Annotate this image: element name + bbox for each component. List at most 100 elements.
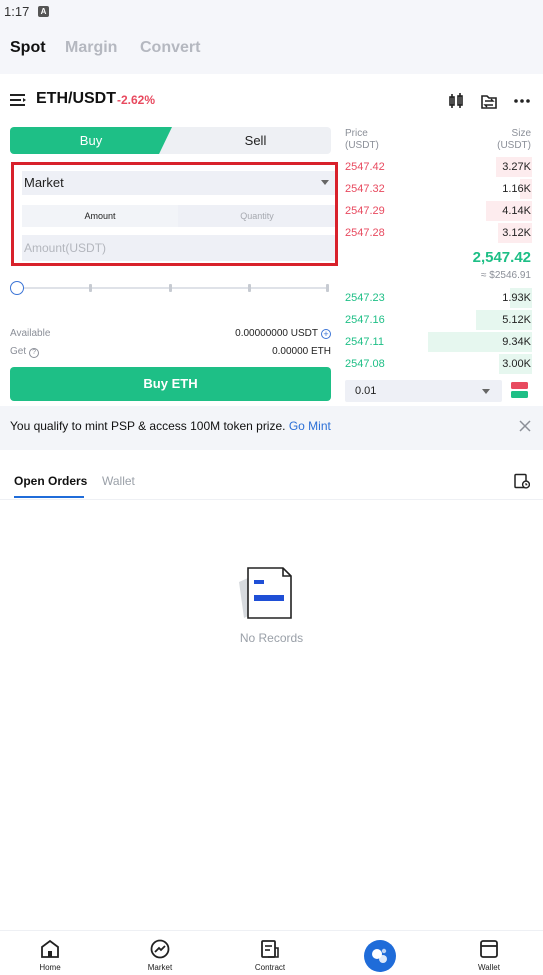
ask-row[interactable]: 2547.32 1.16K [342, 179, 532, 199]
bid-price: 2547.08 [345, 358, 385, 370]
slider-mark-50[interactable] [169, 284, 172, 292]
orders-tabs: Open Orders Wallet [0, 466, 543, 500]
nav-center-button[interactable] [364, 940, 396, 972]
order-type-value: Market [24, 175, 64, 190]
tab-margin[interactable]: Margin [65, 39, 117, 57]
price-header-unit: (USDT) [345, 140, 379, 151]
tab-spot[interactable]: Spot [10, 39, 46, 57]
tab-amount[interactable]: Amount [22, 205, 178, 227]
slider-mark-75[interactable] [248, 284, 251, 292]
bid-size: 9.34K [502, 336, 531, 348]
bid-row[interactable]: 2547.23 1.93K [342, 288, 532, 308]
bid-row[interactable]: 2547.08 3.00K [342, 354, 532, 374]
nav-home[interactable]: Home [0, 931, 104, 975]
bid-row[interactable]: 2547.11 9.34K [342, 332, 532, 352]
pair-name[interactable]: ETH/USDT [36, 90, 116, 108]
wallet-icon [480, 940, 498, 958]
order-history-icon[interactable] [514, 473, 530, 489]
ask-price: 2547.28 [345, 227, 385, 239]
amount-mode-tabs: Amount Quantity [22, 205, 335, 227]
promo-banner: You qualify to mint PSP & access 100M to… [0, 406, 543, 450]
size-header-label: Size [511, 128, 531, 139]
banner-text-wrap: You qualify to mint PSP & access 100M to… [10, 419, 331, 433]
nav-contract-label: Contract [254, 963, 286, 972]
slider-mark-100[interactable] [326, 284, 329, 292]
ask-row[interactable]: 2547.28 3.12K [342, 223, 532, 243]
amount-input[interactable] [22, 235, 335, 261]
ask-size: 3.12K [502, 227, 531, 239]
pair-list-icon[interactable] [10, 93, 27, 107]
empty-document-icon [239, 567, 292, 619]
depth-select[interactable]: 0.01 [345, 380, 502, 402]
bid-price: 2547.16 [345, 314, 385, 326]
last-price: 2,547.42 [472, 249, 531, 266]
status-time: 1:17 [4, 4, 30, 19]
nav-market-label: Market [147, 963, 173, 972]
order-type-select[interactable]: Market [22, 171, 335, 195]
percent-slider[interactable] [10, 281, 331, 295]
buy-sell-toggle: Buy Sell [10, 127, 331, 154]
exchange-logo-icon [372, 948, 387, 963]
ask-price: 2547.42 [345, 161, 385, 173]
price-header: Price (USDT) [345, 128, 379, 152]
ask-row[interactable]: 2547.29 4.14K [342, 201, 532, 221]
order-form-highlight: Market Amount Quantity [11, 162, 338, 266]
ask-size: 1.16K [502, 183, 531, 195]
bid-row[interactable]: 2547.16 5.12K [342, 310, 532, 330]
tab-wallet[interactable]: Wallet [102, 474, 135, 488]
size-header: Size (USDT) [497, 128, 531, 152]
tab-convert[interactable]: Convert [140, 39, 200, 57]
fiat-price: ≈ $2546.91 [481, 270, 531, 281]
orderbook-mode-icon[interactable] [511, 381, 528, 399]
buy-eth-button[interactable]: Buy ETH [10, 367, 331, 401]
ask-price: 2547.29 [345, 205, 385, 217]
top-tabs: Spot Margin Convert [0, 24, 543, 74]
price-header-label: Price [345, 128, 368, 139]
nav-wallet-label: Wallet [478, 963, 500, 972]
caret-down-icon [482, 389, 490, 394]
bid-size: 1.93K [502, 292, 531, 304]
buy-tab[interactable]: Buy [10, 127, 172, 154]
get-row: Get? 0.00000 ETH [10, 346, 331, 360]
bid-price: 2547.11 [345, 336, 384, 348]
slider-thumb[interactable] [10, 281, 24, 295]
slider-track [16, 287, 329, 289]
notification-icon: A [38, 6, 49, 17]
close-icon[interactable] [519, 420, 531, 432]
candlestick-chart-icon[interactable] [447, 92, 465, 110]
tab-open-orders[interactable]: Open Orders [14, 474, 87, 488]
available-value: 0.00000000 USDT [235, 328, 318, 339]
add-funds-icon[interactable]: + [321, 329, 331, 339]
ask-price: 2547.32 [345, 183, 385, 195]
more-icon[interactable] [513, 92, 531, 110]
market-icon [150, 939, 170, 959]
home-icon [41, 939, 59, 958]
nav-home-label: Home [39, 963, 61, 972]
get-value: 0.00000 ETH [272, 346, 331, 357]
no-records-text: No Records [239, 631, 304, 645]
sell-tab[interactable]: Sell [180, 127, 331, 154]
size-header-unit: (USDT) [497, 140, 531, 151]
help-icon[interactable]: ? [29, 348, 40, 358]
depth-value: 0.01 [355, 385, 377, 397]
available-label: Available [10, 328, 51, 339]
slider-mark-25[interactable] [89, 284, 92, 292]
ask-size: 3.27K [502, 161, 531, 173]
bottom-nav: Home Market Contract Wallet [0, 930, 543, 975]
nav-market[interactable]: Market [106, 931, 214, 975]
transfer-icon[interactable] [480, 92, 498, 110]
tab-quantity[interactable]: Quantity [179, 205, 335, 227]
status-bar: 1:17 A [0, 0, 543, 24]
ask-size: 4.14K [502, 205, 531, 217]
nav-contract[interactable]: Contract [216, 931, 324, 975]
banner-text: You qualify to mint PSP & access 100M to… [10, 419, 286, 433]
go-mint-link[interactable]: Go Mint [289, 419, 331, 433]
nav-wallet[interactable]: Wallet [435, 931, 543, 975]
pair-header: ETH/USDT -2.62% [0, 86, 543, 116]
active-tab-underline [14, 496, 84, 498]
caret-down-icon [321, 180, 329, 185]
bid-size: 3.00K [502, 358, 531, 370]
available-row: Available 0.00000000 USDT + [10, 328, 331, 342]
pair-change: -2.62% [117, 93, 156, 107]
ask-row[interactable]: 2547.42 3.27K [342, 157, 532, 177]
